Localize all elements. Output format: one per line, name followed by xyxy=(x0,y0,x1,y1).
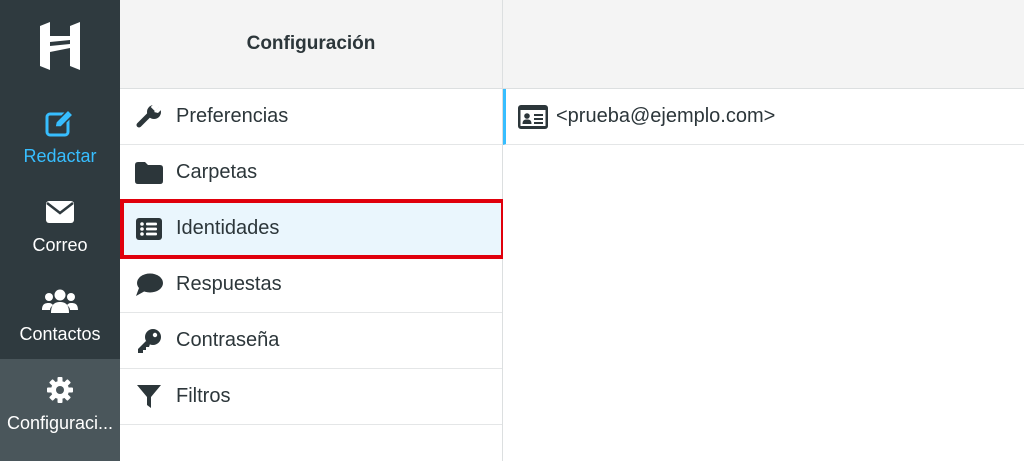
nav-mail-label: Correo xyxy=(32,235,88,255)
gear-icon xyxy=(47,375,73,405)
settings-item-identities[interactable]: Identidades xyxy=(120,199,505,259)
id-card-icon xyxy=(518,104,548,129)
nav-compose-label: Redactar xyxy=(23,146,97,166)
settings-item-label: Contraseña xyxy=(176,329,280,351)
identities-panel: <prueba@ejemplo.com> xyxy=(503,0,1024,461)
settings-item-folders[interactable]: Carpetas xyxy=(120,145,502,201)
app-logo[interactable] xyxy=(38,22,82,70)
settings-header: Configuración xyxy=(120,0,502,89)
settings-panel: Configuración Preferencias Carpetas Iden… xyxy=(120,0,505,461)
settings-item-label: Preferencias xyxy=(176,105,289,127)
nav-settings-label: Configuraci... xyxy=(6,413,114,433)
nav-compose[interactable]: Redactar xyxy=(0,92,120,182)
settings-item-filters[interactable]: Filtros xyxy=(120,369,502,425)
nav-rail: Redactar Correo Contactos Configuraci... xyxy=(0,0,120,461)
nav-settings[interactable]: Configuraci... xyxy=(0,359,120,461)
settings-item-responses[interactable]: Respuestas xyxy=(120,257,502,313)
nav-contacts[interactable]: Contactos xyxy=(0,270,120,360)
envelope-icon xyxy=(46,197,74,227)
nav-mail[interactable]: Correo xyxy=(0,181,120,271)
page-title: Configuración xyxy=(246,33,376,54)
settings-item-label: Respuestas xyxy=(176,273,282,295)
identity-email: <prueba@ejemplo.com> xyxy=(556,105,776,127)
settings-item-label: Identidades xyxy=(176,217,280,239)
nav-contacts-label: Contactos xyxy=(19,324,101,344)
key-icon xyxy=(135,327,163,355)
compose-icon xyxy=(45,108,75,138)
settings-item-label: Filtros xyxy=(176,385,231,407)
identities-header xyxy=(503,0,1024,89)
wrench-icon xyxy=(135,103,163,131)
settings-item-preferences[interactable]: Preferencias xyxy=(120,89,502,145)
settings-item-password[interactable]: Contraseña xyxy=(120,313,502,369)
users-icon xyxy=(42,286,78,316)
settings-item-label: Carpetas xyxy=(176,161,258,183)
comment-icon xyxy=(135,271,163,299)
identity-item[interactable]: <prueba@ejemplo.com> xyxy=(503,89,1024,145)
list-icon xyxy=(135,215,163,243)
filter-icon xyxy=(135,383,163,411)
folder-icon xyxy=(135,159,163,187)
